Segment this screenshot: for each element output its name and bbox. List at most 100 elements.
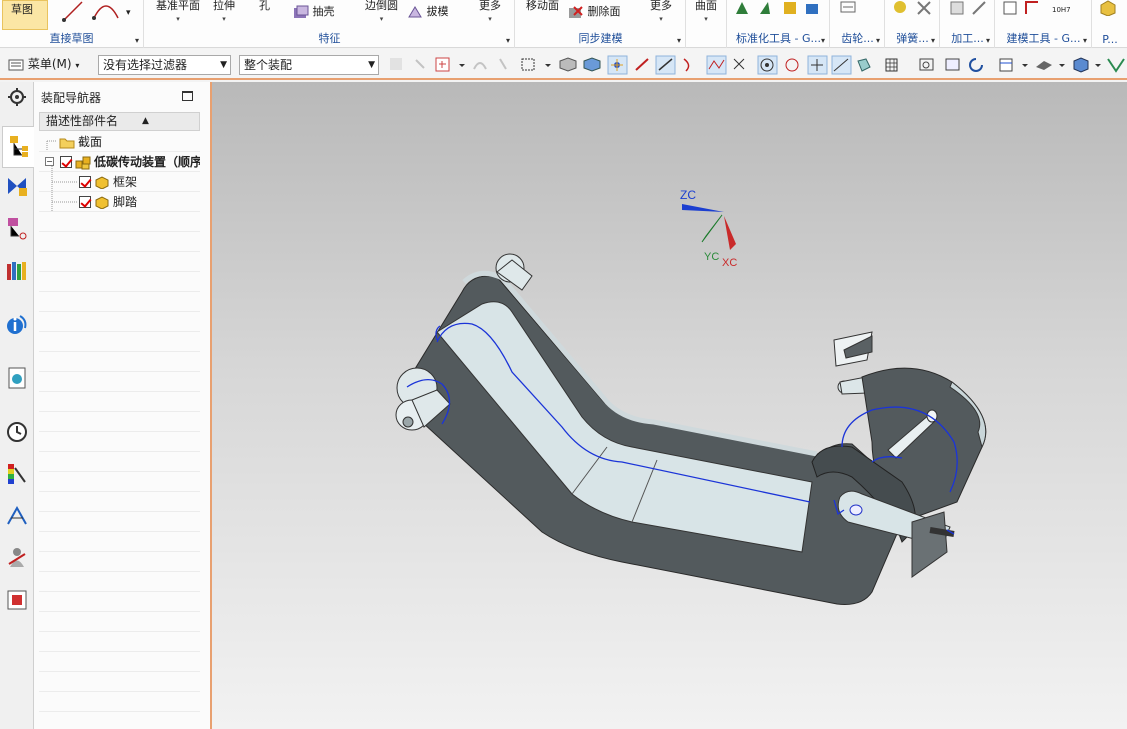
curve-snap-icon[interactable]: [683, 58, 690, 72]
tree-node-pedal[interactable]: 脚踏: [39, 192, 200, 212]
chevron-down-icon[interactable]: [1059, 64, 1065, 67]
ribbon-group-gear: 齿轮... ▾: [831, 0, 885, 48]
graphics-window[interactable]: ZC YC XC: [212, 82, 1127, 729]
group-dropdown-icon[interactable]: ▾: [876, 36, 880, 45]
chevron-down-icon: ▾: [659, 15, 663, 23]
type-filter-select[interactable]: 没有选择过滤器 ▼: [98, 55, 231, 75]
grid-snap-icon[interactable]: [885, 58, 898, 72]
end-point-icon[interactable]: [635, 58, 649, 71]
assembly-model[interactable]: [212, 82, 1127, 729]
group-dropdown-icon[interactable]: ▾: [506, 36, 510, 45]
view-cube-icon[interactable]: [1073, 57, 1089, 73]
delete-face-button[interactable]: 删除面: [568, 5, 621, 19]
selection-scope-select[interactable]: 整个装配 ▼: [239, 55, 379, 75]
tolerance-button[interactable]: 10H7: [1052, 6, 1071, 14]
part-icon: [95, 176, 109, 189]
tree-node-label: 截面: [78, 135, 103, 149]
orient-view-icon[interactable]: [999, 58, 1013, 72]
select-feature-icon[interactable]: [499, 58, 507, 70]
move-face-button[interactable]: 移动面: [526, 0, 559, 11]
gear-icon[interactable]: [839, 0, 859, 16]
chevron-down-icon[interactable]: [545, 64, 551, 67]
intersection-icon[interactable]: [733, 58, 745, 70]
surface-button[interactable]: 曲面 ▾: [695, 0, 717, 24]
shell-button[interactable]: 抽壳: [293, 5, 335, 19]
machining-icon[interactable]: [947, 0, 991, 16]
sketch-button[interactable]: 草图: [2, 0, 48, 30]
settings-gear-icon[interactable]: [5, 85, 29, 109]
group-dropdown-icon[interactable]: ▾: [986, 36, 990, 45]
assembly-navigator-tab[interactable]: [2, 126, 34, 168]
sketch-more-dropdown[interactable]: ▾: [126, 8, 131, 18]
standard-part-icon[interactable]: [734, 0, 824, 16]
quadrant-icon[interactable]: [785, 58, 799, 72]
menu-button[interactable]: 菜单(M) ▾: [8, 56, 79, 74]
root-visibility-checkbox[interactable]: [60, 156, 72, 168]
web-browser-icon[interactable]: [5, 366, 29, 390]
history-clock-icon[interactable]: [5, 420, 29, 444]
reuse-library-icon[interactable]: [5, 258, 29, 282]
group-dropdown-icon[interactable]: ▾: [135, 36, 139, 45]
snap-box-icon[interactable]: [435, 57, 450, 72]
ribbon-group-surface: 曲面 ▾: [687, 0, 727, 48]
selection-toolbar-icons: [390, 55, 1125, 75]
information-icon[interactable]: [5, 312, 29, 336]
ribbon-group-feature: 基准平面 ▾ 拉伸 ▾ 孔 抽壳 边倒圆 ▾ 拔模 更多 ▾ 特征 ▾: [145, 0, 515, 48]
column-header-label: 描述性部件名: [46, 114, 119, 128]
draft-button[interactable]: 拔模: [407, 5, 449, 19]
analysis-icon[interactable]: [5, 504, 29, 528]
group-label-synchronous: 同步建模: [578, 32, 623, 45]
group-dropdown-icon[interactable]: ▾: [931, 36, 935, 45]
chevron-down-icon: ▾: [488, 15, 492, 23]
collapse-toggle-icon[interactable]: −: [45, 157, 54, 166]
column-header-part-name[interactable]: 描述性部件名 ▲: [39, 112, 200, 131]
hole-button[interactable]: 孔: [259, 0, 270, 11]
ribbon-group-machining: 加工... ▾: [941, 0, 995, 48]
sketch-curve-icon[interactable]: [58, 0, 122, 24]
tree-node-frame[interactable]: 框架: [39, 172, 200, 192]
chevron-down-icon: ▾: [222, 15, 226, 23]
general-selection-icon[interactable]: [390, 58, 402, 70]
pedal-visibility-checkbox[interactable]: [79, 196, 91, 208]
chevron-down-icon[interactable]: [1022, 64, 1028, 67]
zoom-icon[interactable]: [945, 58, 960, 71]
part-navigator-icon[interactable]: [5, 216, 29, 240]
chevron-down-icon[interactable]: [1095, 64, 1101, 67]
cube-icon[interactable]: [1099, 0, 1117, 16]
datum-plane-label: 基准平面: [156, 0, 200, 12]
rotate-icon[interactable]: [969, 58, 983, 72]
tree-node-section[interactable]: 截面: [39, 132, 200, 152]
group-dropdown-icon[interactable]: ▾: [821, 36, 825, 45]
select-solid-icon[interactable]: [559, 57, 577, 72]
modeling-tool-icon[interactable]: [1002, 0, 1042, 16]
group-dropdown-icon[interactable]: ▾: [677, 36, 681, 45]
datum-plane-button[interactable]: 基准平面 ▾: [156, 0, 200, 24]
edge-blend-button[interactable]: 边倒圆 ▾: [365, 0, 398, 24]
constraint-navigator-icon[interactable]: [5, 174, 29, 198]
spring-icon[interactable]: [892, 0, 936, 16]
select-parts-icon[interactable]: [415, 59, 425, 69]
select-body-icon[interactable]: [583, 57, 601, 72]
frame-part[interactable]: [395, 253, 987, 605]
visualization-palette-icon[interactable]: [5, 462, 29, 486]
fit-view-icon[interactable]: [919, 58, 934, 71]
rectangle-select-icon[interactable]: [521, 58, 535, 71]
tree-node-root-assembly[interactable]: − 低碳传动装置（顺序: [39, 152, 200, 172]
empty-tree-rows: [39, 212, 200, 722]
point-on-face-icon[interactable]: [857, 58, 871, 72]
maximize-icon[interactable]: [182, 91, 193, 101]
tree-node-label: 框架: [113, 175, 138, 189]
more-tools-icon[interactable]: [1107, 58, 1125, 73]
feature-more-button[interactable]: 更多 ▾: [479, 0, 501, 24]
chevron-down-icon[interactable]: [459, 64, 465, 67]
sync-more-label: 更多: [650, 0, 672, 12]
select-curve-icon[interactable]: [473, 62, 487, 70]
frame-visibility-checkbox[interactable]: [79, 176, 91, 188]
process-studio-icon[interactable]: [5, 588, 29, 612]
roles-icon[interactable]: [5, 546, 29, 570]
extrude-button[interactable]: 拉伸 ▾: [213, 0, 235, 24]
group-dropdown-icon[interactable]: ▾: [1083, 36, 1087, 45]
render-style-icon[interactable]: [1036, 61, 1052, 70]
group-label-standard-tools: 标准化工具 - G...: [736, 32, 821, 45]
sync-more-button[interactable]: 更多 ▾: [650, 0, 672, 24]
